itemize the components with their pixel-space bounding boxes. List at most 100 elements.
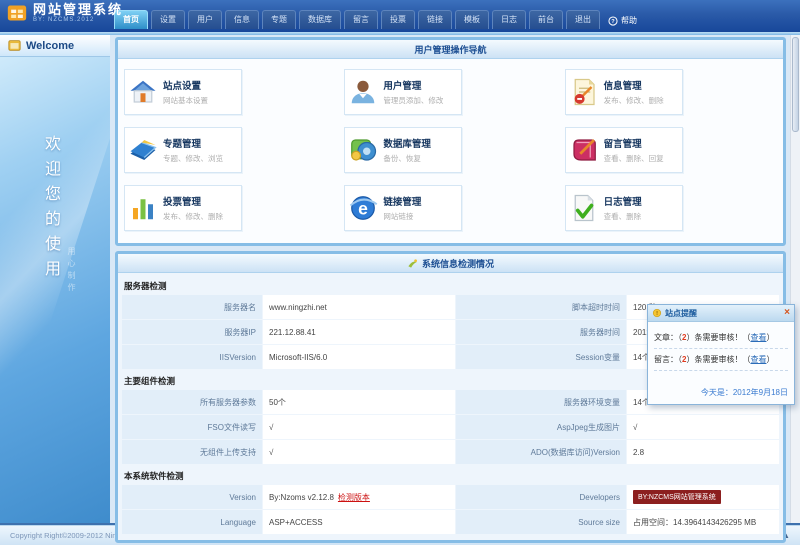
- tab-templates[interactable]: 模板: [455, 10, 489, 29]
- card-subtitle: 发布、修改、删除: [163, 212, 223, 221]
- sidebar: Welcome 欢迎您的使用 用心制作: [0, 35, 110, 523]
- tab-database[interactable]: 数据库: [299, 10, 341, 29]
- pending-count: 2: [682, 355, 687, 364]
- card-message-book[interactable]: 留言管理查看、删除、回复: [564, 127, 683, 173]
- section-label: 服务器检测: [124, 281, 167, 291]
- doc-check-icon: [569, 193, 599, 223]
- detect-icon: [408, 258, 417, 268]
- row-value: www.ningzhi.net: [263, 295, 455, 319]
- card-title: 数据库管理: [383, 139, 431, 150]
- svg-text:?: ?: [611, 19, 615, 25]
- nav-panel-title: 用户管理操作导航: [118, 40, 783, 59]
- row-label: Session变量: [456, 345, 626, 369]
- tab-frontend[interactable]: 前台: [529, 10, 563, 29]
- reminder-item: 文章：（2）条需要审核！（查看）: [654, 327, 788, 349]
- card-book[interactable]: 专题管理专题、修改、浏览: [124, 127, 242, 173]
- row-value: Microsoft-IIS/6.0: [263, 345, 455, 369]
- tab-users[interactable]: 用户: [188, 10, 222, 29]
- row-value: √: [263, 440, 455, 464]
- card-title: 用户管理: [383, 81, 422, 92]
- card-subtitle: 专题、修改、浏览: [163, 154, 223, 163]
- card-subtitle: 网站链接: [383, 212, 414, 221]
- ie-globe-icon: e: [348, 193, 378, 223]
- card-subtitle: 查看、删除、回复: [603, 154, 664, 163]
- card-database[interactable]: 数据库管理备份、恢复: [344, 127, 463, 173]
- tab-settings[interactable]: 设置: [151, 10, 185, 29]
- svg-text:e: e: [358, 198, 368, 218]
- tab-info[interactable]: 信息: [225, 10, 259, 29]
- card-title: 站点设置: [163, 81, 202, 92]
- card-subtitle: 备份、恢复: [383, 154, 421, 163]
- row-value: 2.8: [627, 440, 779, 464]
- tab-logout[interactable]: 退出: [566, 10, 600, 29]
- detect-panel-title: 系统信息检测情况: [421, 258, 494, 269]
- detect-panel-header: 系统信息检测情况: [118, 254, 783, 273]
- reminder-title: 站点提醒: [665, 308, 697, 318]
- message-book-icon: [569, 135, 599, 165]
- view-link[interactable]: 查看: [750, 355, 766, 364]
- card-subtitle: 发布、修改、删除: [603, 96, 664, 105]
- row-value: 221.12.88.41: [263, 320, 455, 344]
- welcome-label: Welcome: [26, 39, 75, 52]
- logo: 网站管理系统 BY: NZCMS.2012: [6, 3, 123, 23]
- row-label: AspJpeg生成图片: [456, 415, 626, 439]
- scrollbar[interactable]: [790, 35, 800, 523]
- alert-icon: !: [652, 308, 662, 317]
- section-label: 本系统软件检测: [124, 471, 184, 481]
- svg-text:!: !: [656, 311, 658, 317]
- book-icon: [128, 135, 158, 165]
- card-info-doc[interactable]: 信息管理 发布、修改、删除: [564, 69, 683, 115]
- row-label: 服务器名: [122, 295, 262, 319]
- topbar: 网站管理系统 BY: NZCMS.2012 首页 设置 用户 信息 专题 数据库 留言 投票链…: [0, 0, 800, 32]
- reminder-popup: ! 站点提醒 × 文章：（2）条需要审核！（查看） 留言：（2）条需要审核！（查看…: [647, 304, 795, 405]
- row-value: √: [627, 415, 779, 439]
- card-chart[interactable]: 投票管理 发布、修改、删除: [124, 185, 242, 231]
- help-button[interactable]: ? 帮助: [608, 15, 637, 26]
- row-value: By:Nzoms v2.12.8 检测版本: [263, 485, 455, 509]
- card-title: 留言管理: [603, 139, 642, 150]
- reminder-header: ! 站点提醒 ×: [648, 305, 794, 322]
- card-grid: 站点设置 网站基本设置 用户管理 管理员添加、修改 信息管理 发布、修改、删除 专题管理 专题…: [118, 59, 783, 243]
- row-label: Source size: [456, 510, 626, 534]
- welcome-icon: [8, 40, 21, 51]
- view-link[interactable]: 查看: [750, 333, 766, 342]
- tab-guestbook[interactable]: 留言: [344, 10, 378, 29]
- app-subtitle: BY: NZCMS.2012: [33, 17, 95, 23]
- tab-logs[interactable]: 日志: [492, 10, 526, 29]
- row-label: IISVersion: [122, 345, 262, 369]
- close-icon[interactable]: ×: [784, 308, 790, 318]
- developer-badge: BY:NZCMS网站管理系统: [633, 490, 721, 504]
- row-value: √: [263, 415, 455, 439]
- card-title: 专题管理: [163, 139, 202, 150]
- house-icon: [128, 77, 158, 107]
- table-row: 无组件上传支持 √ ADO(数据库访问)Version 2.8: [122, 440, 779, 464]
- tab-links[interactable]: 链接: [418, 10, 452, 29]
- table-row: FSO文件读写 √ AspJpeg生成图片 √: [122, 415, 779, 439]
- row-value: BY:NZCMS网站管理系统: [627, 485, 779, 509]
- sidebar-watermark: 用心制作: [67, 247, 76, 295]
- card-ie-globe[interactable]: e 链接管理网站链接: [344, 185, 463, 231]
- logo-icon: [6, 3, 28, 23]
- card-user[interactable]: 用户管理 管理员添加、修改: [344, 69, 463, 115]
- table-row: Language ASP+ACCESS Source size 占用空间：14.396…: [122, 510, 779, 534]
- help-label: 帮助: [621, 16, 637, 25]
- help-icon: ?: [608, 15, 618, 26]
- page: 网站管理系统 BY: NZCMS.2012 首页 设置 用户 信息 专题 数据库 留言 投票链…: [0, 0, 800, 545]
- check-version-link[interactable]: 检测版本: [338, 492, 370, 503]
- row-label: Language: [122, 510, 262, 534]
- row-label: 服务器时间: [456, 320, 626, 344]
- info-doc-icon: [569, 77, 599, 107]
- card-title: 链接管理: [383, 197, 422, 208]
- scrollbar-thumb[interactable]: [792, 37, 799, 132]
- card-title: 日志管理: [603, 197, 642, 208]
- nav-panel: 用户管理操作导航 站点设置 网站基本设置 用户管理 管理员添加、修改 信息管理 发布、修改…: [115, 37, 786, 246]
- tab-topics[interactable]: 专题: [262, 10, 296, 29]
- content: 用户管理操作导航 站点设置 网站基本设置 用户管理 管理员添加、修改 信息管理 发布、修改…: [110, 35, 790, 543]
- welcome-vertical-text: 欢迎您的使用: [42, 135, 59, 285]
- row-label: Version: [122, 485, 262, 509]
- reminder-item: 留言：（2）条需要审核！（查看）: [654, 349, 788, 371]
- card-doc-check[interactable]: 日志管理 查看、删除: [564, 185, 683, 231]
- card-house[interactable]: 站点设置 网站基本设置: [124, 69, 242, 115]
- row-label: 服务器环境变量: [456, 390, 626, 414]
- tab-vote[interactable]: 投票: [381, 10, 415, 29]
